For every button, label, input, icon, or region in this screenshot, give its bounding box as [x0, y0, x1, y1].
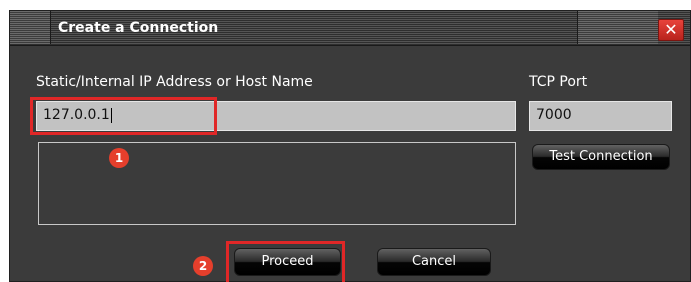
title-bar-left-segment — [10, 11, 51, 44]
test-connection-label: Test Connection — [549, 149, 653, 164]
title-bar[interactable]: Create a Connection ✕ — [10, 11, 690, 46]
title-bar-right-segment — [577, 11, 658, 44]
proceed-button-highlight — [226, 241, 345, 282]
step-1-badge: 1 — [109, 148, 129, 168]
tcp-port-input[interactable]: 7000 — [529, 101, 672, 131]
cancel-label: Cancel — [411, 254, 457, 269]
ip-address-label: Static/Internal IP Address or Host Name — [36, 74, 313, 90]
ip-field-highlight — [30, 97, 217, 135]
cancel-button[interactable]: Cancel — [377, 248, 491, 276]
dialog-title: Create a Connection — [58, 20, 219, 36]
tcp-port-value: 7000 — [536, 107, 572, 123]
close-icon[interactable]: ✕ — [658, 19, 684, 41]
test-connection-button[interactable]: Test Connection — [532, 144, 670, 170]
tcp-port-label: TCP Port — [529, 74, 588, 90]
step-2-badge: 2 — [193, 256, 213, 276]
create-connection-dialog: Create a Connection ✕ Static/Internal IP… — [9, 10, 691, 282]
